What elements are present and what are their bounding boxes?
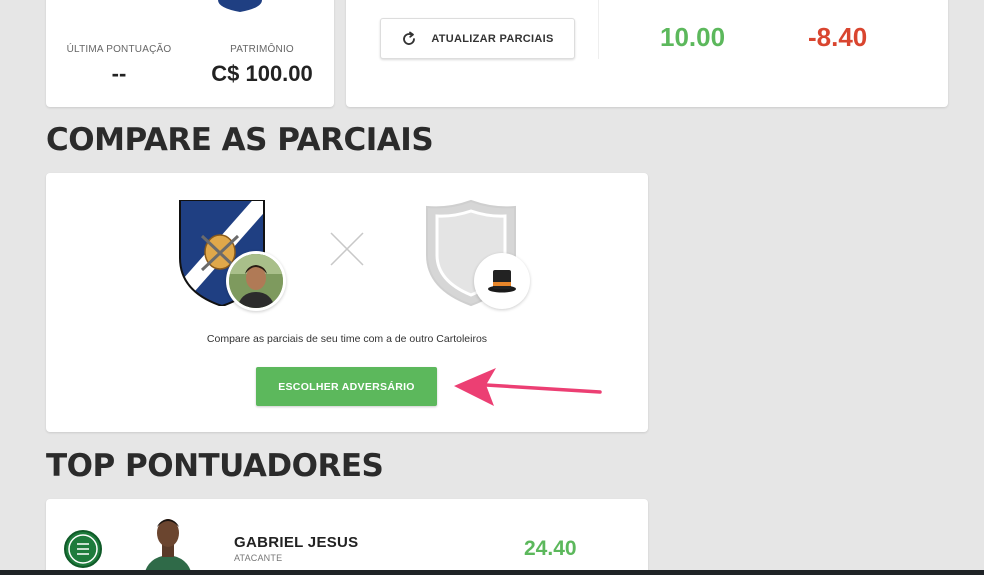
club-badge-icon <box>64 530 102 568</box>
top-scorers-section-title: TOP PONTUADORES <box>46 448 384 484</box>
bottom-bar <box>0 570 984 575</box>
update-partials-label: ATUALIZAR PARCIAIS <box>431 32 554 45</box>
choose-opponent-button[interactable]: ESCOLHER ADVERSÁRIO <box>256 367 437 406</box>
score-positive: 10.00 <box>660 22 726 52</box>
partials-card: ATUALIZAR PARCIAIS 10.00 -8.40 <box>346 0 948 107</box>
team-shield-icon <box>218 0 262 12</box>
compare-description: Compare as parciais de seu time com a de… <box>206 333 488 345</box>
player-name[interactable]: GABRIEL JESUS <box>234 534 359 551</box>
patrimonio-label: PATRIMÔNIO <box>230 44 294 55</box>
user-avatar <box>226 251 286 311</box>
player-position: ATACANTE <box>234 553 283 563</box>
score-negative: -8.40 <box>808 22 868 52</box>
top-hat-icon <box>488 270 516 293</box>
versus-icon <box>330 232 364 266</box>
update-partials-button[interactable]: ATUALIZAR PARCIAIS <box>380 18 575 59</box>
patrimonio-value: C$ 100.00 <box>211 61 313 86</box>
patrimonio-stat: PATRIMÔNIO C$ 100.00 <box>202 44 322 87</box>
player-photo <box>138 513 198 575</box>
divider <box>598 0 599 59</box>
top-scorers-card: GABRIEL JESUS ATACANTE 24.40 <box>46 499 648 575</box>
last-score-value: -- <box>111 61 127 86</box>
last-score-label: ÚLTIMA PONTUAÇÃO <box>66 44 172 55</box>
opponent-avatar <box>474 253 530 309</box>
player-score: 24.40 <box>524 537 577 560</box>
last-score-stat: ÚLTIMA PONTUAÇÃO -- <box>60 44 178 87</box>
team-summary-card: ÚLTIMA PONTUAÇÃO -- PATRIMÔNIO C$ 100.00 <box>46 0 334 107</box>
refresh-icon <box>401 31 417 47</box>
arrow-icon <box>454 368 602 406</box>
compare-section-title: COMPARE AS PARCIAIS <box>46 122 434 158</box>
